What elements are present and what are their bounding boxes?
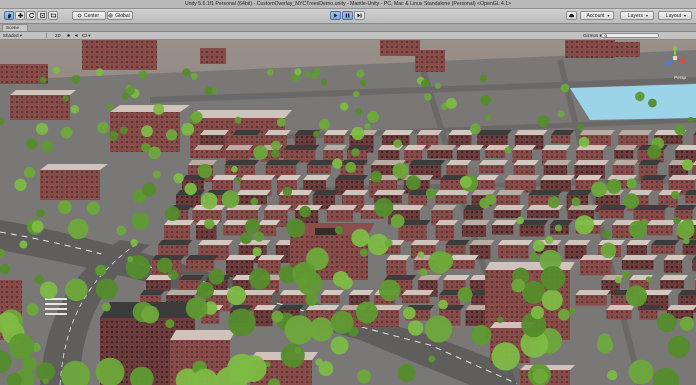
separator (46, 33, 47, 38)
main-toolbar: Center Global Account ▾ Layers ▾ Layout … (0, 9, 696, 24)
speaker-icon (75, 34, 78, 38)
scene-view-toolbar: Shaded ▾ 2D ▾ Gizmos ▾ (0, 32, 696, 40)
move-icon (17, 12, 23, 19)
image-icon (82, 34, 87, 38)
step-button[interactable] (354, 11, 365, 20)
space-label: Global (115, 12, 130, 19)
chevron-down-icon: ▾ (607, 13, 610, 18)
move-tool-button[interactable] (15, 11, 25, 20)
pause-button[interactable] (342, 11, 353, 20)
scene-orientation-gizmo[interactable] (660, 43, 690, 73)
audio-toggle-button[interactable] (74, 32, 79, 39)
step-icon (357, 13, 362, 18)
search-icon (604, 34, 608, 38)
title-bar: Unity 5.6.1f1 Personal (64bit) - CustomO… (0, 0, 696, 9)
hand-icon (7, 13, 11, 19)
scale-tool-button[interactable] (37, 11, 47, 20)
shading-mode-label: Shaded (3, 33, 19, 38)
chevron-down-icon: ▾ (646, 13, 649, 18)
shading-mode-dropdown[interactable]: Shaded ▾ (3, 32, 22, 39)
rotate-tool-button[interactable] (26, 11, 36, 20)
cloud-icon (569, 13, 575, 18)
layers-label: Layers (627, 12, 643, 19)
collab-button[interactable] (566, 11, 577, 20)
scene-viewport[interactable]: Persp (0, 40, 696, 385)
window-title: Unity 5.6.1f1 Personal (64bit) - CustomO… (184, 1, 512, 7)
city-scene-render (0, 40, 696, 385)
rotate-icon (28, 12, 34, 18)
unity-editor-window: Unity 5.6.1f1 Personal (64bit) - CustomO… (0, 0, 696, 385)
space-toggle-button[interactable]: Global (107, 11, 133, 20)
account-dropdown[interactable]: Account ▾ (580, 11, 614, 20)
lighting-toggle-button[interactable] (66, 32, 71, 39)
sun-icon (67, 34, 70, 38)
layout-label: Layout (665, 12, 681, 19)
tab-scene[interactable]: Scene (2, 24, 28, 31)
perspective-label: Persp (674, 75, 686, 80)
play-icon (334, 13, 338, 18)
gizmos-dropdown[interactable]: Gizmos ▾ (583, 32, 602, 39)
scene-search-input[interactable] (601, 33, 659, 38)
rect-tool-button[interactable] (48, 11, 58, 20)
layout-dropdown[interactable]: Layout ▾ (658, 11, 692, 20)
hand-tool-button[interactable] (4, 11, 14, 20)
2d-label: 2D (55, 33, 61, 38)
scene-tab-label: Scene (6, 25, 20, 30)
play-button[interactable] (330, 11, 341, 20)
layers-dropdown[interactable]: Layers ▾ (620, 11, 654, 20)
pause-icon (345, 13, 350, 18)
rect-icon (50, 13, 56, 18)
chevron-down-icon: ▾ (684, 13, 687, 18)
effects-dropdown[interactable]: ▾ (82, 32, 91, 39)
scale-icon (39, 13, 45, 18)
account-label: Account (586, 12, 605, 19)
scene-tab-row: Scene (0, 24, 696, 32)
pivot-toggle-button[interactable]: Center (72, 11, 106, 20)
pivot-label: Center (83, 12, 99, 19)
2d-toggle-button[interactable]: 2D (55, 32, 61, 39)
gizmos-label: Gizmos (583, 33, 599, 38)
